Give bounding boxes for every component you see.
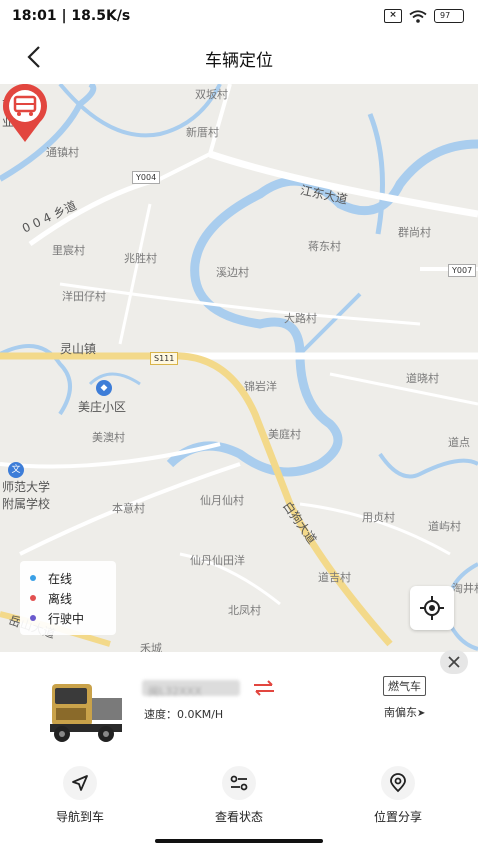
battery-icon: 97 [434,9,464,23]
status-toggle-icon [230,775,248,791]
map-label: 新厝村 [186,126,219,139]
legend-dot [30,575,36,581]
map-label: 蒋东村 [308,240,341,253]
location-pin-icon [390,773,406,793]
map-label: 溪边村 [216,266,249,279]
navigation-arrow-icon [72,775,88,791]
map-label: 灵山镇 [60,342,97,356]
map-label: 仙丹仙田洋 [190,554,245,567]
map-label: 师范大学 附属学校 [2,480,51,511]
fuel-type-badge: 燃气车 [383,676,426,696]
speed-text: 速度：0.0KM/H [144,708,224,721]
map-label: 洋田仔村 [62,290,106,303]
legend-label: 在线 [48,571,73,586]
action-bar: 导航到车 查看状态 位置分享 [0,766,478,830]
direction-label: 南偏东 [384,706,417,719]
direction-text: 南偏东➤ [384,704,425,720]
map-label: 双坂村 [195,88,228,101]
map-label: 道吉村 [318,571,351,584]
map-label: 美庄小区 [78,400,127,414]
status-icon-circle [222,766,256,800]
location-icon-circle [381,766,415,800]
navigation-icon-circle [63,766,97,800]
legend-item-driving: 行驶中 [30,608,106,628]
status-legend: 在线 离线 行驶中 [20,561,116,635]
legend-dot [30,615,36,621]
status-time: 18:01 | 18.5K/s [12,8,131,24]
truck-marker-icon[interactable] [0,84,50,144]
direction-arrow-icon: ➤ [417,708,426,719]
status-bar: 18:01 | 18.5K/s × 97 [0,0,478,34]
legend-item-offline: 离线 [30,588,106,608]
map-label: 美庭村 [268,428,301,441]
license-plate: 闽L32XXX [142,680,240,698]
map-label: 仙月仙村 [200,494,244,507]
map-label: 群尚村 [398,226,431,239]
close-button[interactable] [440,650,468,674]
map-label: 兆胜村 [124,252,157,265]
map-label: 北凤村 [228,604,261,617]
locate-button[interactable] [410,586,454,630]
header: 车辆定位 [0,34,478,82]
map-label: 大路村 [284,312,317,325]
map-label: 美澳村 [92,431,125,444]
map-label: 用贞村 [362,511,395,524]
map-label: 道屿村 [428,520,461,533]
page-title: 车辆定位 [205,51,273,71]
school-poi-icon: 文 [8,462,24,478]
sim-disabled-icon: × [384,9,402,23]
truck-image [50,684,122,742]
legend-label: 离线 [48,591,73,606]
action-label: 查看状态 [214,810,263,824]
map-label: 里宸村 [52,244,85,257]
map-label: 锦岩洋 [244,380,277,393]
view-status-button[interactable]: 查看状态 [184,766,294,825]
share-location-button[interactable]: 位置分享 [343,766,453,825]
status-icons: × 97 [384,9,464,23]
road-tag: S111 [150,352,179,365]
legend-label: 行驶中 [48,611,85,626]
school-poi-icon: ◆ [96,380,112,396]
legend-item-online: 在线 [30,568,106,588]
map-label: 道晓村 [406,372,439,385]
map-view[interactable]: 南科技业大学 双坂村 新厝村 通镇村 江东大道 0 0 4 乡道 里宸村 兆胜村… [0,84,478,656]
map-label: 淘井村 [452,582,478,595]
map-label: 本意村 [112,502,145,515]
map-label: 通镇村 [46,146,79,159]
close-icon [448,656,460,668]
swap-arrows-icon[interactable] [252,680,276,696]
wifi-icon [409,9,427,23]
map-label: 道点 [448,436,470,449]
road-tag: Y007 [448,264,477,277]
license-plate-text: 闽L32XXX [148,685,202,698]
legend-dot [30,595,36,601]
road-tag: Y004 [132,171,161,184]
action-label: 导航到车 [55,810,104,824]
action-label: 位置分享 [373,810,422,824]
navigate-to-car-button[interactable]: 导航到车 [25,766,135,825]
battery-level: 97 [440,11,451,20]
crosshair-icon [420,596,444,620]
home-indicator[interactable] [155,839,323,843]
